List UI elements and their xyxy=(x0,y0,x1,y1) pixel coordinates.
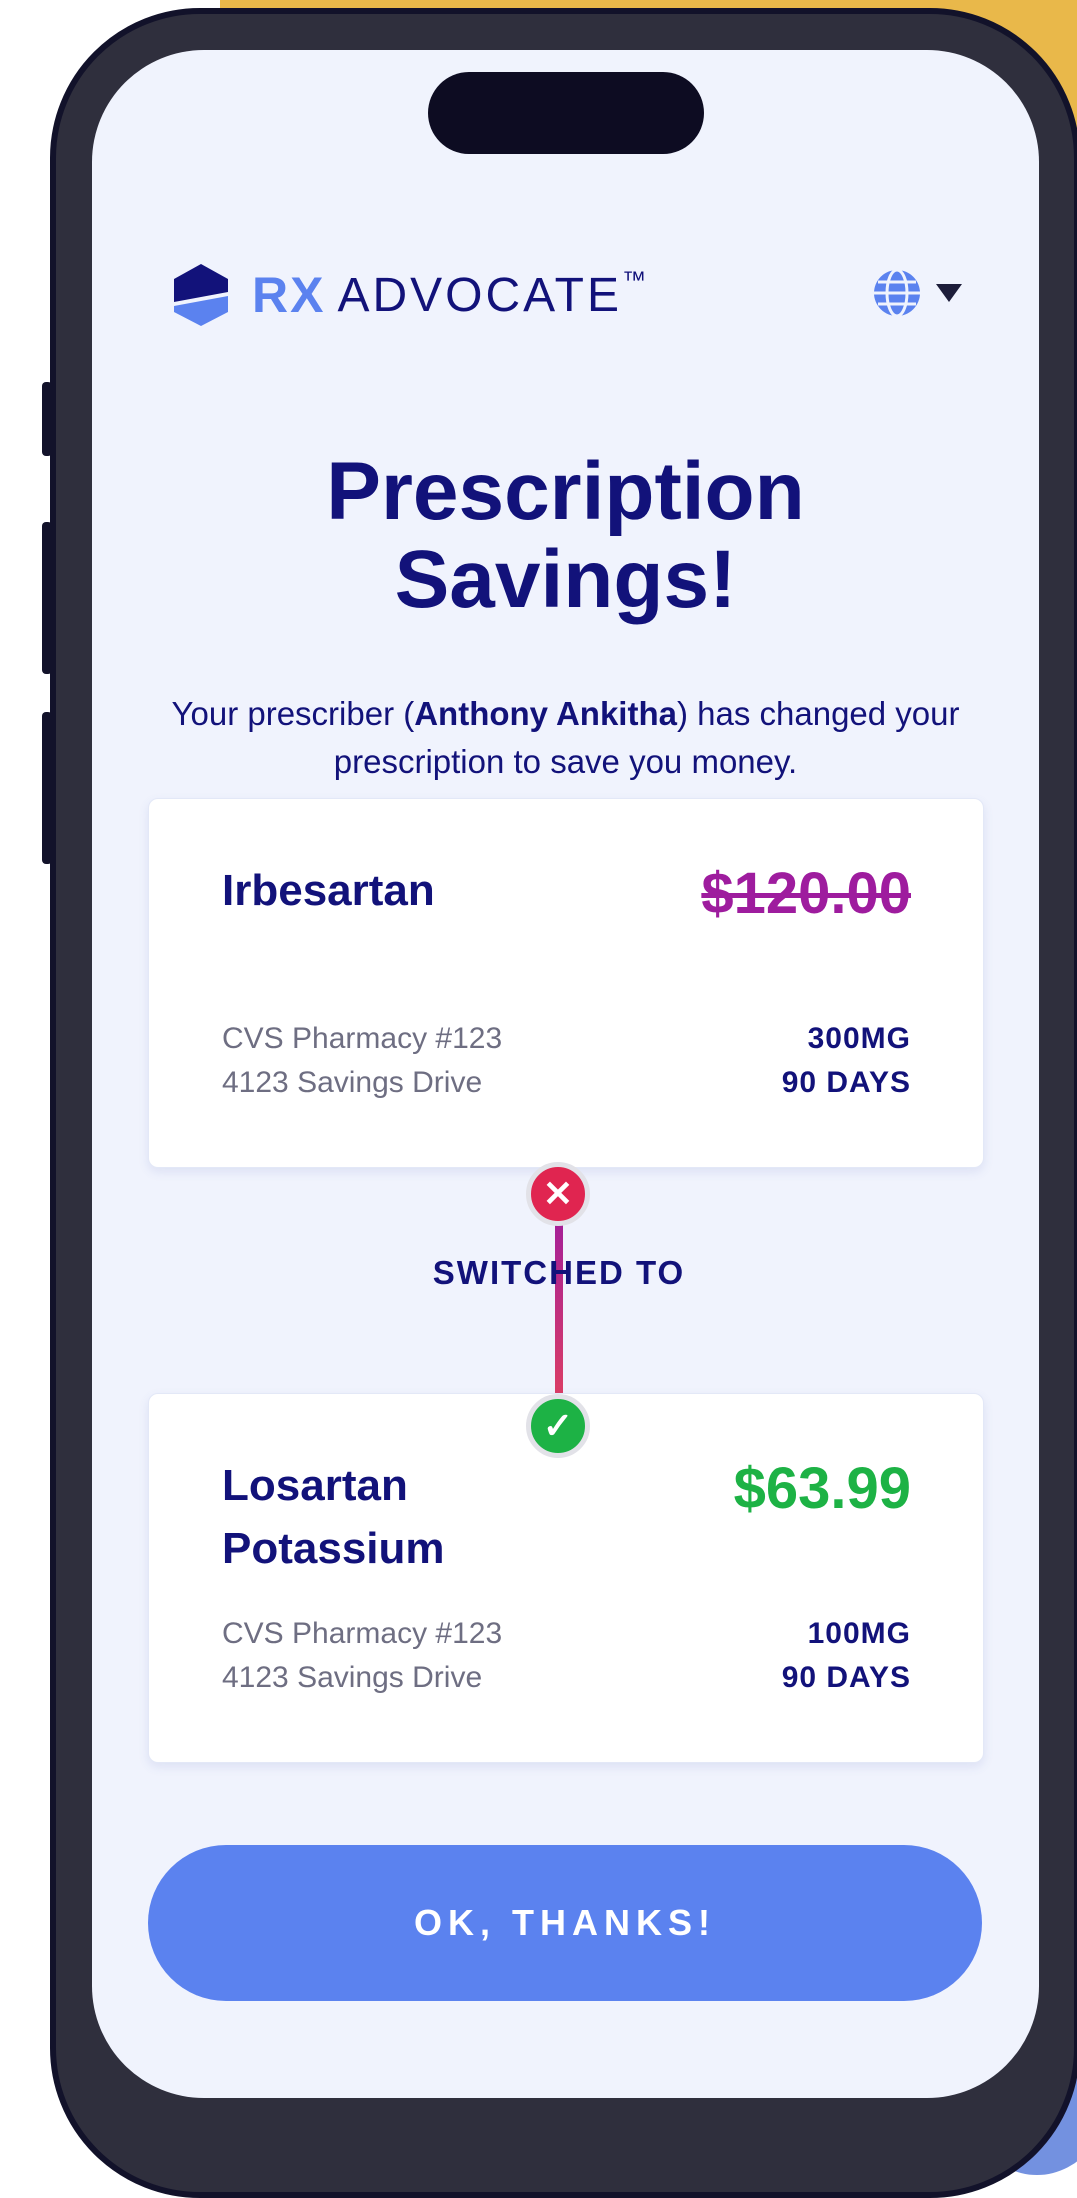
pharmacy-address: 4123 Savings Drive xyxy=(222,1066,483,1099)
pharmacy-info: CVS Pharmacy #123 4123 Savings Drive xyxy=(222,1017,502,1105)
chevron-down-icon xyxy=(936,284,962,302)
shield-logo-icon xyxy=(174,264,228,326)
brand-name: ADVOCATE xyxy=(337,268,622,322)
drug-name: Irbesartan xyxy=(222,866,435,915)
new-price: $63.99 xyxy=(733,1456,911,1521)
pharmacy-name: CVS Pharmacy #123 xyxy=(222,1617,503,1650)
dose: 100MG xyxy=(807,1617,911,1650)
phone-side-button xyxy=(42,522,52,674)
message-prefix: Your prescriber ( xyxy=(171,695,415,732)
phone-side-button xyxy=(42,712,52,864)
page-title: Prescription Savings! xyxy=(92,448,1039,624)
title-line-1: Prescription xyxy=(326,446,805,537)
language-selector[interactable] xyxy=(872,268,962,318)
dosage-info: 300MG 90 DAYS xyxy=(782,1017,911,1105)
check-icon: ✓ xyxy=(526,1394,590,1458)
brand-rx: RX xyxy=(252,267,326,323)
close-icon: ✕ xyxy=(526,1162,590,1226)
pharmacy-name: CVS Pharmacy #123 xyxy=(222,1022,503,1055)
brand-trademark: ™ xyxy=(621,267,646,294)
dynamic-island xyxy=(428,72,704,154)
pharmacy-info: CVS Pharmacy #123 4123 Savings Drive xyxy=(222,1612,502,1700)
app-screen: RX ADVOCATE ™ Prescription Savings! Your… xyxy=(92,50,1039,2098)
switched-label: SWITCHED TO xyxy=(432,1254,686,1291)
title-line-2: Savings! xyxy=(394,534,737,625)
prescriber-name: Anthony Ankitha xyxy=(414,695,677,732)
ok-thanks-button[interactable]: OK, THANKS! xyxy=(148,1845,982,2001)
dosage-info: 100MG 90 DAYS xyxy=(782,1612,911,1700)
old-price: $120.00 xyxy=(701,861,911,926)
savings-message: Your prescriber (Anthony Ankitha) has ch… xyxy=(132,690,999,786)
dose: 300MG xyxy=(807,1022,911,1055)
drug-name: Losartan Potassium xyxy=(222,1461,445,1573)
globe-icon xyxy=(874,268,920,318)
original-prescription-card: Irbesartan $120.00 CVS Pharmacy #123 412… xyxy=(148,798,984,1168)
pharmacy-address: 4123 Savings Drive xyxy=(222,1661,483,1694)
supply-days: 90 DAYS xyxy=(781,1661,911,1694)
supply-days: 90 DAYS xyxy=(781,1066,911,1099)
switch-connector xyxy=(555,1200,563,1412)
brand-logo: RX ADVOCATE ™ xyxy=(172,262,646,328)
phone-side-button xyxy=(42,382,52,456)
